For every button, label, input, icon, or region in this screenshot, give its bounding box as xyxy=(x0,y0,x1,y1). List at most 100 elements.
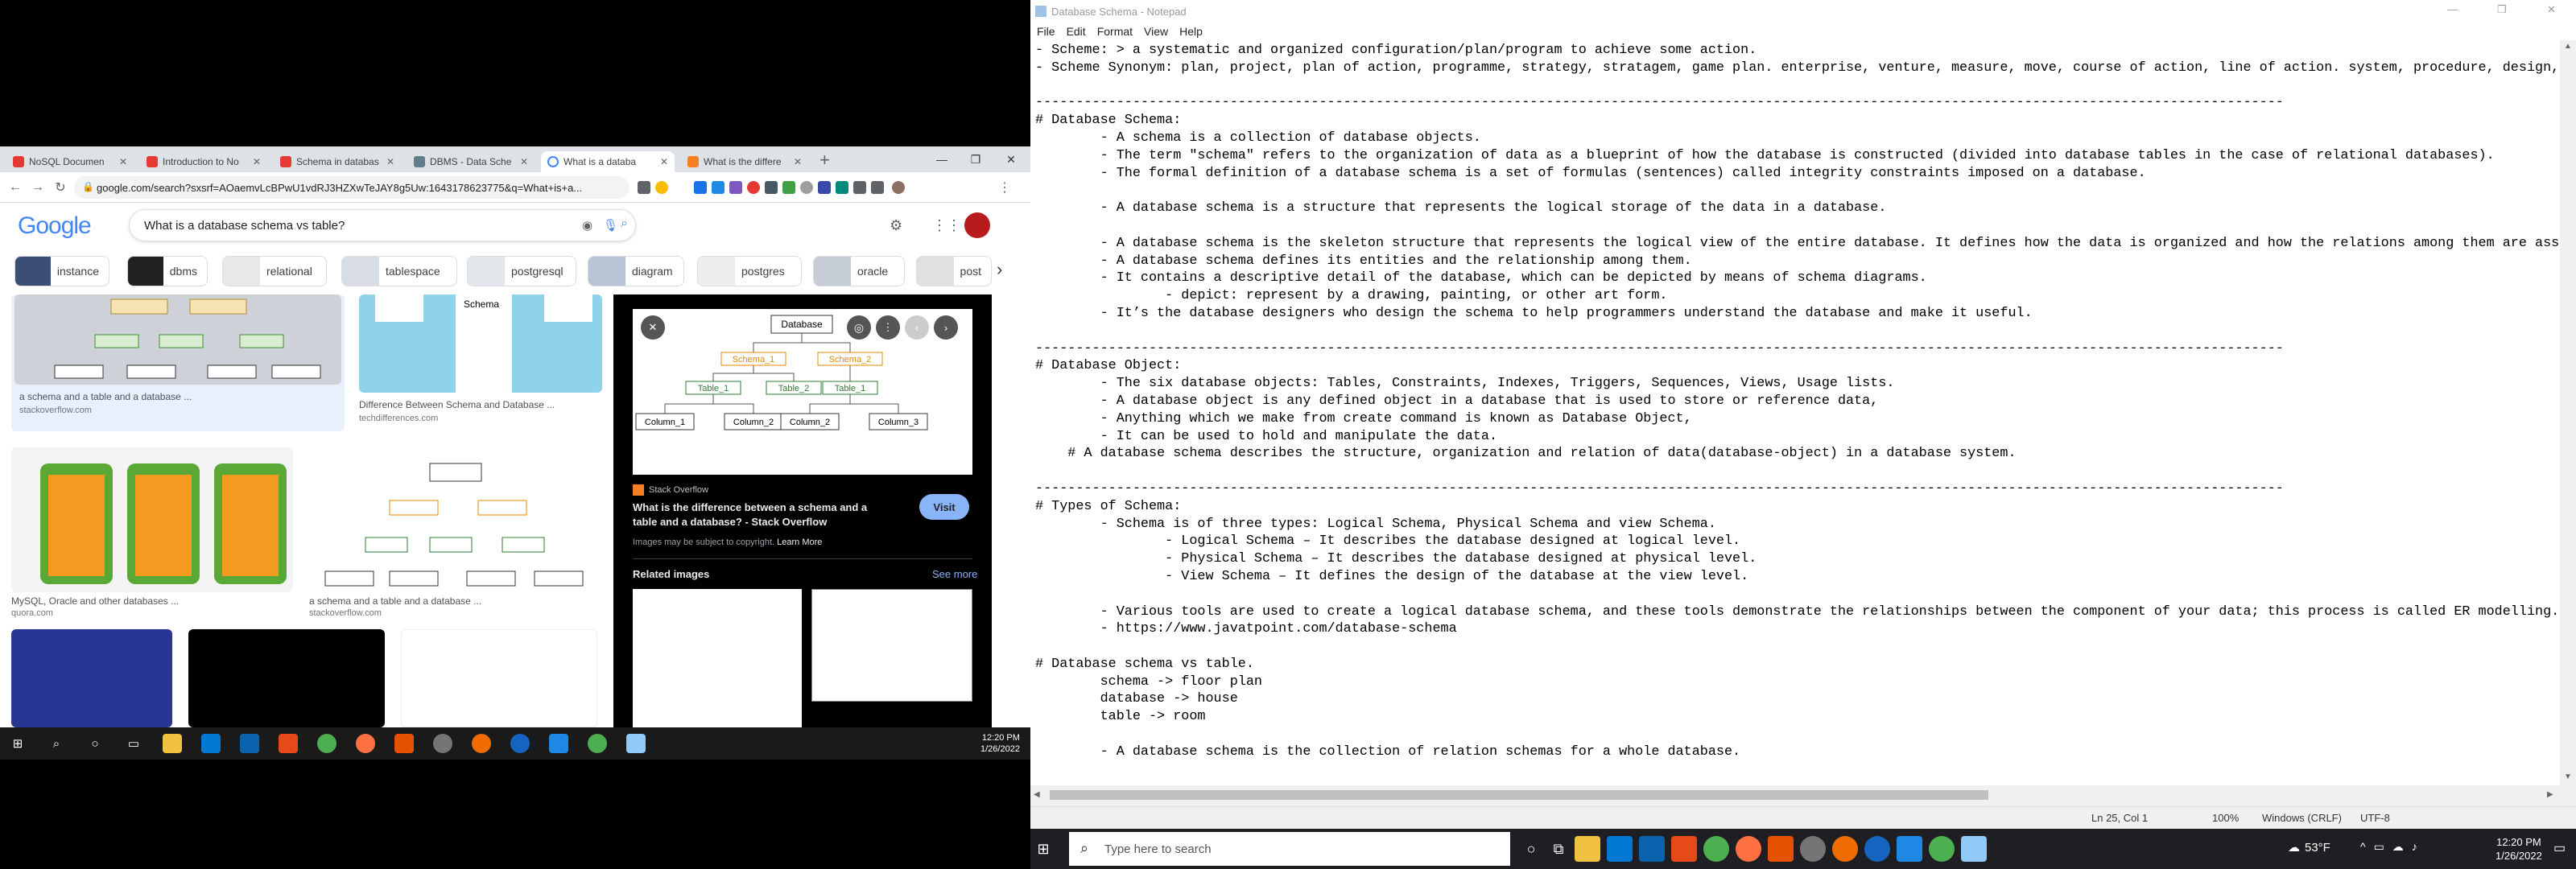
vscode-icon[interactable] xyxy=(549,734,568,753)
chip-oracle[interactable]: oracle xyxy=(813,256,905,286)
search-icon[interactable]: ⌕ xyxy=(621,216,628,231)
scroll-left-icon[interactable]: ◀ xyxy=(1034,790,1040,799)
kebab-menu-icon[interactable]: ⋮ xyxy=(998,179,1011,196)
close-icon[interactable]: ✕ xyxy=(660,156,668,167)
result-image[interactable]: Schema xyxy=(359,294,602,393)
tab-nosql[interactable]: NoSQL Documen ✕ xyxy=(6,151,134,172)
windows-icon[interactable]: ⊞ xyxy=(8,734,27,753)
app-icon[interactable] xyxy=(433,734,452,753)
preview-image[interactable]: ✕ ◎ ⋮ ‹ › Database Schema_1 Schema_2 Tab… xyxy=(633,309,972,475)
widgets-icon[interactable]: ▭ xyxy=(124,734,143,753)
preview-title[interactable]: What is the difference between a schema … xyxy=(633,500,890,529)
result-image[interactable] xyxy=(14,294,341,385)
extension-icon[interactable] xyxy=(836,181,848,194)
menu-format[interactable]: Format xyxy=(1097,25,1133,38)
star-icon[interactable] xyxy=(655,181,668,194)
result-image[interactable] xyxy=(11,447,293,592)
learn-more-link[interactable]: Learn More xyxy=(777,537,822,547)
app-icon[interactable] xyxy=(510,734,530,753)
chip-post[interactable]: post xyxy=(916,256,992,286)
chevron-right-icon[interactable]: › xyxy=(997,259,1002,280)
avatar[interactable] xyxy=(964,212,990,238)
store-icon[interactable] xyxy=(201,734,221,753)
app-icon[interactable] xyxy=(472,734,491,753)
extension-icon[interactable] xyxy=(729,181,742,194)
office-icon[interactable] xyxy=(279,734,298,753)
maximize-icon[interactable]: ❐ xyxy=(2497,3,2507,16)
share-icon[interactable] xyxy=(638,181,650,194)
extension-icon[interactable] xyxy=(694,181,707,194)
scroll-down-icon[interactable]: ▼ xyxy=(2564,772,2572,781)
scroll-thumb[interactable] xyxy=(1050,790,1988,800)
menu-edit[interactable]: Edit xyxy=(1067,25,1086,38)
result-title[interactable]: a schema and a table and a database ... xyxy=(19,391,338,402)
result-card[interactable]: a schema and a table and a database ... … xyxy=(11,294,345,431)
office-icon[interactable] xyxy=(1671,836,1697,862)
reading-list-icon[interactable] xyxy=(871,181,884,194)
close-icon[interactable]: ✕ xyxy=(253,156,261,167)
chip-postgres[interactable]: postgres xyxy=(697,256,802,286)
firefox-icon[interactable] xyxy=(356,734,375,753)
chip-relational[interactable]: relational xyxy=(222,256,327,286)
weather-widget[interactable]: ☁ 53°F xyxy=(2288,840,2330,855)
clock[interactable]: 12:20 PM 1/26/2022 xyxy=(2496,835,2542,863)
tab-schema[interactable]: Schema in databas ✕ xyxy=(274,151,401,172)
mail-icon[interactable] xyxy=(1639,836,1665,862)
clock[interactable]: 12:20 PM 1/26/2022 xyxy=(980,732,1020,755)
notepad-icon[interactable] xyxy=(626,734,646,753)
related-image[interactable] xyxy=(633,589,802,727)
close-window-icon[interactable]: ✕ xyxy=(993,146,1029,172)
file-explorer-icon[interactable] xyxy=(1575,836,1600,862)
apps-grid-icon[interactable]: ⋮⋮ xyxy=(932,217,961,234)
chip-tablespace[interactable]: tablespace xyxy=(341,256,457,286)
extension-icon[interactable] xyxy=(800,181,813,194)
task-view-icon[interactable]: ○ xyxy=(85,734,105,753)
tab-dbms[interactable]: DBMS - Data Sche ✕ xyxy=(407,151,535,172)
search-input[interactable]: What is a database schema vs table? ◉ 🎙 … xyxy=(129,209,636,241)
result-image[interactable] xyxy=(188,629,385,727)
extension-icon[interactable] xyxy=(782,181,795,194)
source-row[interactable]: Stack Overflow xyxy=(633,484,708,496)
app-icon[interactable] xyxy=(1832,836,1858,862)
menu-help[interactable]: Help xyxy=(1179,25,1203,38)
forward-icon[interactable]: → xyxy=(29,179,47,196)
chrome-icon[interactable] xyxy=(588,734,607,753)
cortana-icon[interactable]: ○ xyxy=(1518,836,1544,862)
result-card[interactable]: a schema and a table and a database ... … xyxy=(309,447,602,618)
tab-intro[interactable]: Introduction to No ✕ xyxy=(140,151,267,172)
result-title[interactable]: MySQL, Oracle and other databases ... xyxy=(11,595,293,607)
address-input[interactable]: 🔒 google.com/search?sxsrf=AOaemvLcBPwU1v… xyxy=(74,176,630,199)
result-image[interactable] xyxy=(11,629,172,727)
app-icon[interactable] xyxy=(1864,836,1890,862)
close-icon[interactable]: ✕ xyxy=(520,156,528,167)
minimize-icon[interactable]: — xyxy=(2447,3,2458,15)
chip-dbms[interactable]: dbms xyxy=(127,256,208,286)
tab-google-active[interactable]: What is a databa ✕ xyxy=(541,151,675,172)
result-card[interactable]: Schema Difference Between Schema and Dat… xyxy=(359,294,602,431)
task-view-icon[interactable]: ⧉ xyxy=(1546,836,1571,862)
chip-postgresql[interactable]: postgresql xyxy=(467,256,576,286)
close-icon[interactable]: ✕ xyxy=(386,156,394,167)
menu-file[interactable]: File xyxy=(1037,25,1055,38)
tray-icons[interactable]: ^▭☁♪ xyxy=(2360,840,2425,854)
back-icon[interactable]: ← xyxy=(6,179,24,196)
vertical-scrollbar[interactable]: ▲ ▼ xyxy=(2560,40,2576,785)
avatar[interactable] xyxy=(892,181,905,194)
extension-icon[interactable] xyxy=(747,181,760,194)
file-explorer-icon[interactable] xyxy=(163,734,182,753)
result-card[interactable]: MySQL, Oracle and other databases ... qu… xyxy=(11,447,293,618)
minimize-icon[interactable]: — xyxy=(924,146,960,172)
settings-icon[interactable]: ⚙ xyxy=(890,217,902,234)
visit-button[interactable]: Visit xyxy=(919,494,969,520)
tab-difference[interactable]: What is the differe ✕ xyxy=(681,151,808,172)
extension-icon[interactable] xyxy=(765,181,778,194)
result-image[interactable] xyxy=(309,447,602,592)
notepad-icon[interactable] xyxy=(1961,836,1987,862)
maximize-icon[interactable]: ❐ xyxy=(958,146,993,172)
chip-diagram[interactable]: diagram xyxy=(588,256,684,286)
app-icon[interactable] xyxy=(1800,836,1826,862)
result-title[interactable]: Difference Between Schema and Database .… xyxy=(359,399,601,410)
close-icon[interactable]: ✕ xyxy=(794,156,802,167)
mail-icon[interactable] xyxy=(240,734,259,753)
notification-icon[interactable]: ▭ xyxy=(2553,840,2566,856)
